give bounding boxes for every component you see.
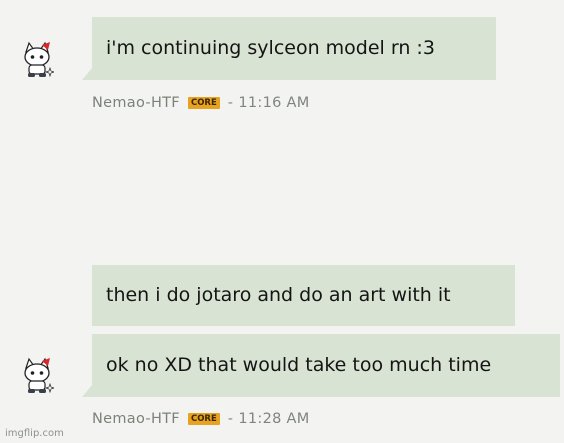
message-bubble[interactable]: ok no XD that would take too much time (82, 334, 560, 397)
message-text: then i do jotaro and do an art with it (106, 284, 451, 306)
author-name[interactable]: Nemao-HTF (92, 95, 180, 111)
cat-avatar-icon (24, 41, 54, 78)
core-badge: CORE (187, 412, 220, 426)
watermark: imgflip.com (5, 428, 64, 439)
message-text: i'm continuing sylceon model rn :3 (106, 37, 435, 59)
message-bubble[interactable]: i'm continuing sylceon model rn :3 (82, 17, 496, 80)
message-meta: Nemao-HTF CORE - 11:28 AM (92, 411, 310, 427)
meta-separator: - (227, 95, 234, 111)
message-timestamp: 11:16 AM (238, 95, 310, 111)
avatar[interactable] (20, 40, 54, 80)
author-name[interactable]: Nemao-HTF (92, 411, 180, 427)
avatar[interactable] (20, 356, 54, 396)
message-bubble[interactable]: then i do jotaro and do an art with it (92, 265, 515, 326)
message-timestamp: 11:28 AM (238, 411, 310, 427)
core-badge: CORE (187, 96, 220, 110)
message-meta: Nemao-HTF CORE - 11:16 AM (92, 95, 310, 111)
meta-separator: - (227, 411, 234, 427)
cat-avatar-icon (24, 357, 54, 394)
message-text: ok no XD that would take too much time (106, 354, 492, 376)
